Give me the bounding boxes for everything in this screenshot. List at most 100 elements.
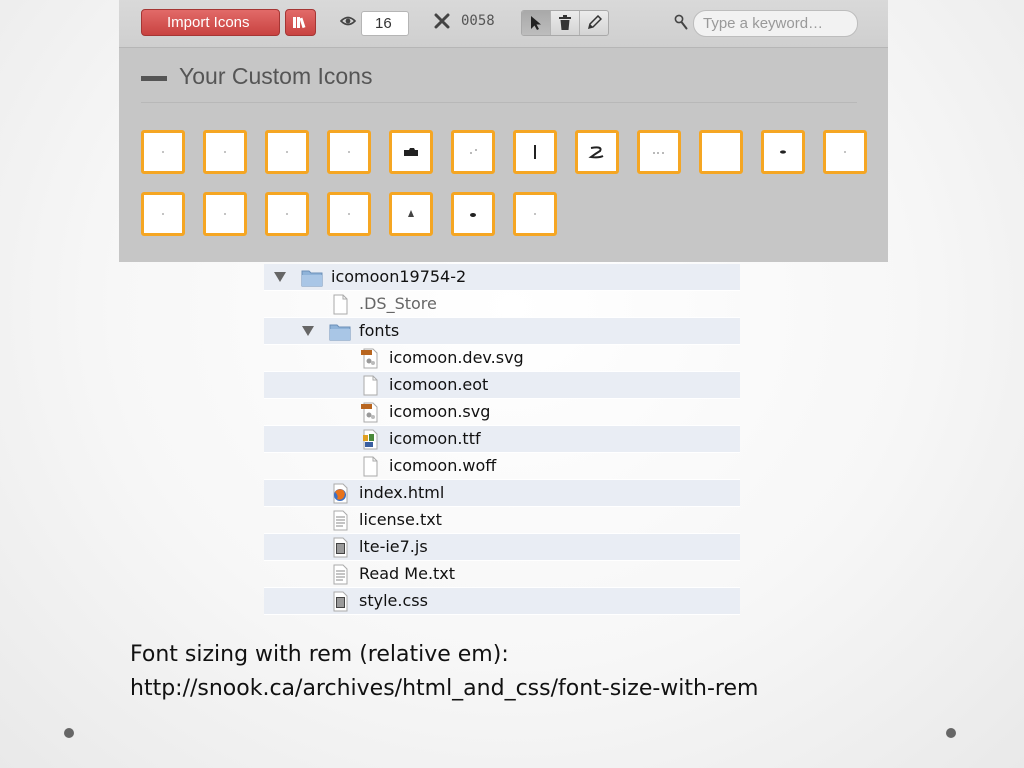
file-list: icomoon19754-2 .DS_Storefonts icomoon.dev.… [264, 264, 740, 615]
file-row[interactable]: index.html [264, 480, 740, 507]
custom-glyph-icon [470, 213, 476, 217]
custom-glyph-icon [711, 142, 731, 162]
file-row[interactable]: lte-ie7.js [264, 534, 740, 561]
file-name: icomoon.svg [389, 402, 491, 421]
file-name: icomoon19754-2 [331, 267, 467, 286]
custom-glyph-icon [162, 151, 164, 153]
disclosure-triangle-icon[interactable] [302, 326, 314, 336]
file-row[interactable]: icomoon.eot [264, 372, 740, 399]
icon-count-label: 0058 [461, 13, 495, 29]
custom-glyph-icon [348, 151, 350, 153]
file-name: icomoon.eot [389, 375, 489, 394]
toolbar: Import Icons 16 0058 Type a keyword… [119, 0, 888, 48]
custom-icon-tile[interactable] [389, 130, 433, 174]
custom-icon-tile[interactable] [265, 130, 309, 174]
custom-icon-tile[interactable] [699, 130, 743, 174]
file-svg-icon [359, 348, 381, 369]
custom-icon-tile[interactable] [203, 130, 247, 174]
file-firefox-icon [329, 483, 351, 504]
custom-icon-tile[interactable] [451, 130, 495, 174]
file-font-icon [359, 429, 381, 450]
file-row[interactable]: icomoon.woff [264, 453, 740, 480]
custom-glyph-icon [404, 148, 418, 156]
custom-glyph-icon [588, 146, 604, 159]
custom-glyph-icon [224, 151, 226, 153]
slide-dot-right [946, 728, 956, 738]
pencil-icon [587, 15, 602, 30]
search-icon [674, 14, 688, 30]
custom-glyph-icon [534, 213, 536, 215]
file-row[interactable]: icomoon.svg [264, 399, 740, 426]
custom-glyph-icon [844, 151, 846, 153]
custom-glyph-icon [470, 149, 477, 154]
tool-group [521, 10, 609, 36]
file-row[interactable]: .DS_Store [264, 291, 740, 318]
file-name: lte-ie7.js [359, 537, 428, 556]
file-name: icomoon.woff [389, 456, 497, 475]
custom-icon-tile[interactable] [761, 130, 805, 174]
custom-icon-tile[interactable] [265, 192, 309, 236]
custom-icon-tile[interactable] [327, 130, 371, 174]
custom-icon-tile[interactable] [513, 130, 557, 174]
file-name: icomoon.dev.svg [389, 348, 524, 367]
custom-icon-tile[interactable] [451, 192, 495, 236]
folder-row[interactable]: icomoon19754-2 [264, 264, 740, 291]
file-name: .DS_Store [359, 294, 437, 313]
file-row[interactable]: style.css [264, 588, 740, 615]
file-name: index.html [359, 483, 445, 502]
custom-glyph-icon [286, 213, 288, 215]
file-text-icon [329, 564, 351, 585]
custom-icon-tile[interactable] [575, 130, 619, 174]
file-row[interactable]: icomoon.ttf [264, 426, 740, 453]
caption-url[interactable]: http://snook.ca/archives/html_and_css/fo… [130, 676, 758, 701]
custom-glyph-icon [286, 151, 288, 153]
cursor-icon [531, 16, 541, 30]
file-script-icon [329, 537, 351, 558]
import-icons-button[interactable]: Import Icons [141, 9, 280, 36]
custom-icon-tile[interactable] [203, 192, 247, 236]
custom-icon-tile[interactable] [389, 192, 433, 236]
custom-icon-tile[interactable] [141, 130, 185, 174]
file-script-icon [329, 591, 351, 612]
custom-glyph-icon [162, 213, 164, 215]
file-svg-icon [359, 402, 381, 423]
custom-glyph-icon [653, 152, 664, 154]
trash-icon [559, 15, 571, 30]
folder-icon [329, 321, 351, 342]
edit-tool-button[interactable] [580, 11, 608, 35]
slide-dot-left [64, 728, 74, 738]
custom-glyph-icon [224, 213, 226, 215]
file-row[interactable]: license.txt [264, 507, 740, 534]
custom-icon-tile[interactable] [823, 130, 867, 174]
folder-row[interactable]: fonts [264, 318, 740, 345]
custom-glyph-icon [780, 150, 786, 154]
icon-size-input[interactable]: 16 [361, 11, 409, 36]
custom-icon-tile[interactable] [327, 192, 371, 236]
close-icon[interactable] [434, 13, 450, 29]
disclosure-triangle-icon[interactable] [274, 272, 286, 282]
section-title: Your Custom Icons [179, 63, 373, 89]
eye-icon [340, 16, 356, 26]
custom-icon-tile[interactable] [637, 130, 681, 174]
file-row[interactable]: icomoon.dev.svg [264, 345, 740, 372]
file-name: fonts [359, 321, 400, 340]
select-tool-button[interactable] [522, 11, 551, 35]
collapse-dash-icon[interactable] [141, 76, 167, 81]
library-button[interactable] [285, 9, 316, 36]
file-name: Read Me.txt [359, 564, 456, 583]
custom-icon-tile[interactable] [141, 192, 185, 236]
section-divider [141, 102, 857, 103]
delete-tool-button[interactable] [551, 11, 580, 35]
file-blank-icon [359, 456, 381, 477]
custom-icon-tile[interactable] [513, 192, 557, 236]
custom-glyph-icon [348, 213, 350, 215]
library-icon [293, 17, 306, 29]
file-name: license.txt [359, 510, 442, 529]
file-row[interactable]: Read Me.txt [264, 561, 740, 588]
icomoon-app-panel: Import Icons 16 0058 Type a keyword… You… [119, 0, 888, 262]
file-text-icon [329, 510, 351, 531]
custom-glyph-icon [408, 210, 414, 217]
keyword-search-input[interactable]: Type a keyword… [693, 10, 858, 37]
folder-icon [301, 267, 323, 288]
file-name: icomoon.ttf [389, 429, 481, 448]
